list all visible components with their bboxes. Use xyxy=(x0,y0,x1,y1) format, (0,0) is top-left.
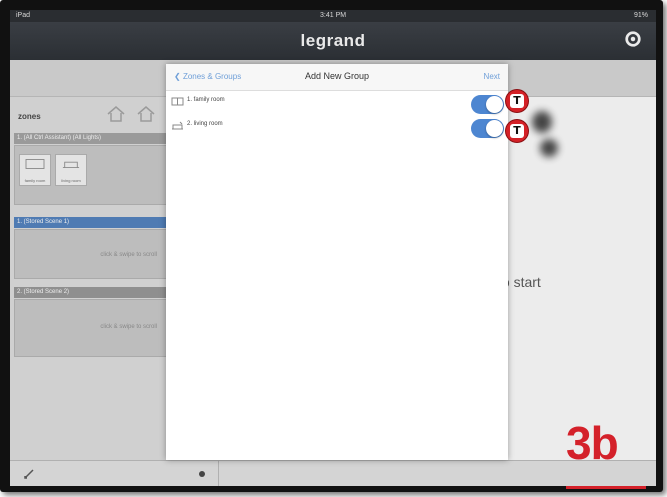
touch-badge-letter: T xyxy=(510,124,524,138)
armchair-icon xyxy=(172,121,183,130)
app-screen: iPad 3:41 PM 91% legrand zones 1. (All C… xyxy=(10,10,656,486)
touch-badge-letter: T xyxy=(510,94,524,108)
living-room-toggle[interactable] xyxy=(471,119,504,138)
family-room-toggle[interactable] xyxy=(471,95,504,114)
modal-header: ❮ Zones & Groups Add New Group Next xyxy=(166,64,508,91)
family-room-tile[interactable]: family room xyxy=(19,154,51,186)
step-underline xyxy=(566,486,646,489)
living-room-tile[interactable]: living room xyxy=(55,154,87,186)
battery-label: 91% xyxy=(633,12,648,19)
scene-hint: click & swipe to scroll xyxy=(100,324,157,330)
next-button[interactable]: Next xyxy=(484,72,500,81)
home-icon[interactable] xyxy=(106,105,126,123)
info-icon[interactable] xyxy=(198,469,206,479)
app-header: legrand xyxy=(10,22,656,60)
scene-header-all[interactable]: 1. (All Ctrl Assistant) (All Lights) xyxy=(14,133,168,144)
tile-label: family room xyxy=(24,178,46,183)
scene-header-2[interactable]: 2. (Stored Scene 2) xyxy=(14,287,168,298)
toggle-knob xyxy=(486,96,503,113)
modal-title: Add New Group xyxy=(304,71,370,81)
scene-box-1: click & swipe to scroll xyxy=(14,229,168,279)
scene-hint: click & swipe to scroll xyxy=(100,252,157,258)
legrand-logo: legrand xyxy=(300,31,366,50)
bottom-bar xyxy=(10,460,656,486)
status-bar: iPad 3:41 PM 91% xyxy=(10,10,656,22)
tile-label: living room xyxy=(61,178,81,183)
home-all-icon[interactable] xyxy=(136,105,156,123)
blur-smudge xyxy=(532,111,552,133)
add-group-modal: ❮ Zones & Groups Add New Group Next 1. f… xyxy=(166,64,508,460)
gear-icon[interactable] xyxy=(624,30,642,48)
scene-box-2: click & swipe to scroll xyxy=(14,299,168,357)
sofa-icon xyxy=(171,97,184,106)
zones-title: zones xyxy=(18,112,41,121)
step-label: 3b xyxy=(566,417,619,469)
divider xyxy=(218,461,219,486)
room-label: 2. living room xyxy=(187,121,223,127)
scene-box-all: family room living room xyxy=(14,145,168,205)
clock: 3:41 PM xyxy=(320,12,347,19)
room-row-family: 1. family room xyxy=(166,94,508,118)
edit-icon[interactable] xyxy=(24,469,36,479)
scene-header-1[interactable]: 1. (Stored Scene 1) xyxy=(14,217,168,228)
blur-smudge xyxy=(540,139,558,157)
toggle-knob xyxy=(486,120,503,137)
armchair-icon xyxy=(62,161,80,169)
touch-badge: T xyxy=(506,90,528,112)
touch-badge: T xyxy=(506,120,528,142)
ipad-frame: iPad 3:41 PM 91% legrand zones 1. (All C… xyxy=(0,0,663,492)
room-row-living: 2. living room xyxy=(166,118,508,142)
sofa-icon xyxy=(25,159,45,169)
room-label: 1. family room xyxy=(187,97,225,103)
carrier-label: iPad xyxy=(16,12,31,19)
zones-panel: zones 1. (All Ctrl Assistant) (All Light… xyxy=(10,97,170,467)
